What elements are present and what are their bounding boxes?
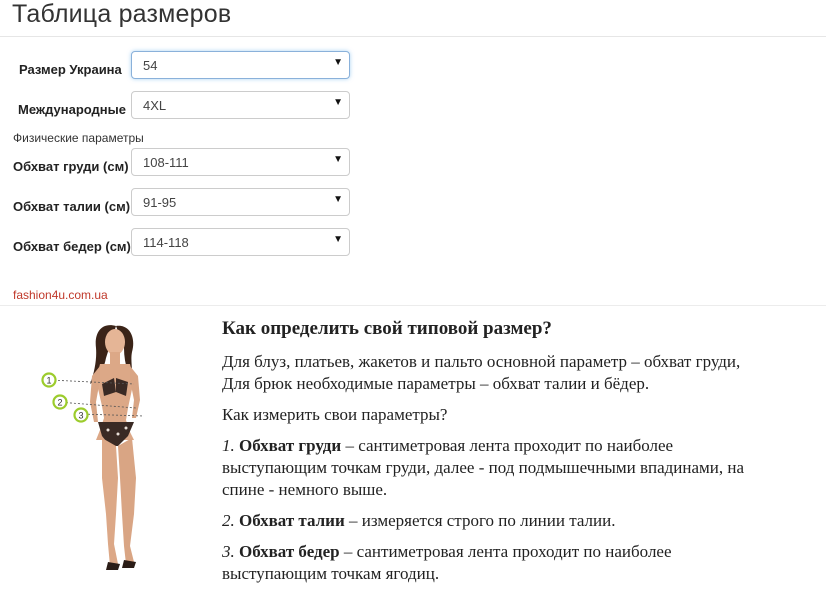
item-term: Обхват талии [239, 511, 345, 530]
label-international: Международные [18, 102, 126, 117]
item-text: – сантиметровая лента проходит по наибол… [341, 436, 674, 455]
guide-item-3-line2: выступающим точкам ягодиц. [222, 564, 440, 583]
guide-intro-1: Для блуз, платьев, жакетов и пальто осно… [222, 352, 741, 371]
body-measurement-figure: 1 2 3 [41, 325, 145, 570]
guide-item-3: 3. Обхват бедер – сантиметровая лента пр… [222, 541, 672, 563]
item-number: 1. [222, 436, 235, 455]
chevron-down-icon: ▼ [333, 234, 343, 245]
item-text: – измеряется строго по линии талии. [344, 511, 616, 530]
marker-1: 1 [41, 372, 57, 388]
chevron-down-icon: ▼ [333, 97, 343, 108]
chevron-down-icon: ▼ [333, 57, 343, 68]
marker-3: 3 [73, 407, 89, 423]
waist-value: 91-95 [143, 195, 177, 210]
svg-text:3: 3 [78, 411, 83, 421]
hips-select[interactable]: 114-118 ▼ [131, 228, 350, 256]
hips-value: 114-118 [143, 235, 189, 250]
guide-item-1-line3: спине - немного выше. [222, 480, 388, 499]
label-chest: Обхват груди (см) [13, 159, 129, 174]
size-ukraine-select[interactable]: 54 ▼ [131, 51, 350, 79]
svg-text:2: 2 [57, 398, 62, 408]
chest-value: 108-111 [143, 155, 189, 170]
guide-intro-2: Для брюк необходимые параметры – обхват … [222, 374, 650, 393]
site-link[interactable]: fashion4u.com.ua [13, 288, 108, 302]
label-waist: Обхват талии (см) [13, 199, 131, 214]
item-number: 2. [222, 511, 235, 530]
label-hips: Обхват бедер (см) [13, 239, 131, 254]
international-size-select[interactable]: 4XL ▼ [131, 91, 350, 119]
chevron-down-icon: ▼ [333, 194, 343, 205]
guide-item-1-line2: выступающим точкам груди, далее - под по… [222, 458, 745, 477]
divider [0, 36, 826, 37]
page-title: Таблица размеров [12, 0, 232, 28]
waist-select[interactable]: 91-95 ▼ [131, 188, 350, 216]
guide-heading: Как определить свой типовой размер? [222, 318, 552, 339]
chest-select[interactable]: 108-111 ▼ [131, 148, 350, 176]
size-ukraine-value: 54 [143, 58, 158, 73]
guide-item-1: 1. Обхват груди – сантиметровая лента пр… [222, 435, 673, 457]
divider [0, 305, 826, 306]
chevron-down-icon: ▼ [333, 154, 343, 165]
guide-how: Как измерить свои параметры? [222, 405, 448, 424]
physical-params-label: Физические параметры [13, 131, 144, 145]
guide-item-2: 2. Обхват талии – измеряется строго по л… [222, 510, 615, 532]
item-text: – сантиметровая лента проходит по наибол… [339, 542, 672, 561]
label-size-ukraine: Размер Украина [19, 62, 122, 77]
item-number: 3. [222, 542, 235, 561]
item-term: Обхват груди [239, 436, 342, 455]
svg-text:1: 1 [46, 376, 51, 386]
international-size-value: 4XL [143, 98, 167, 113]
marker-2: 2 [52, 394, 68, 410]
item-term: Обхват бедер [239, 542, 340, 561]
